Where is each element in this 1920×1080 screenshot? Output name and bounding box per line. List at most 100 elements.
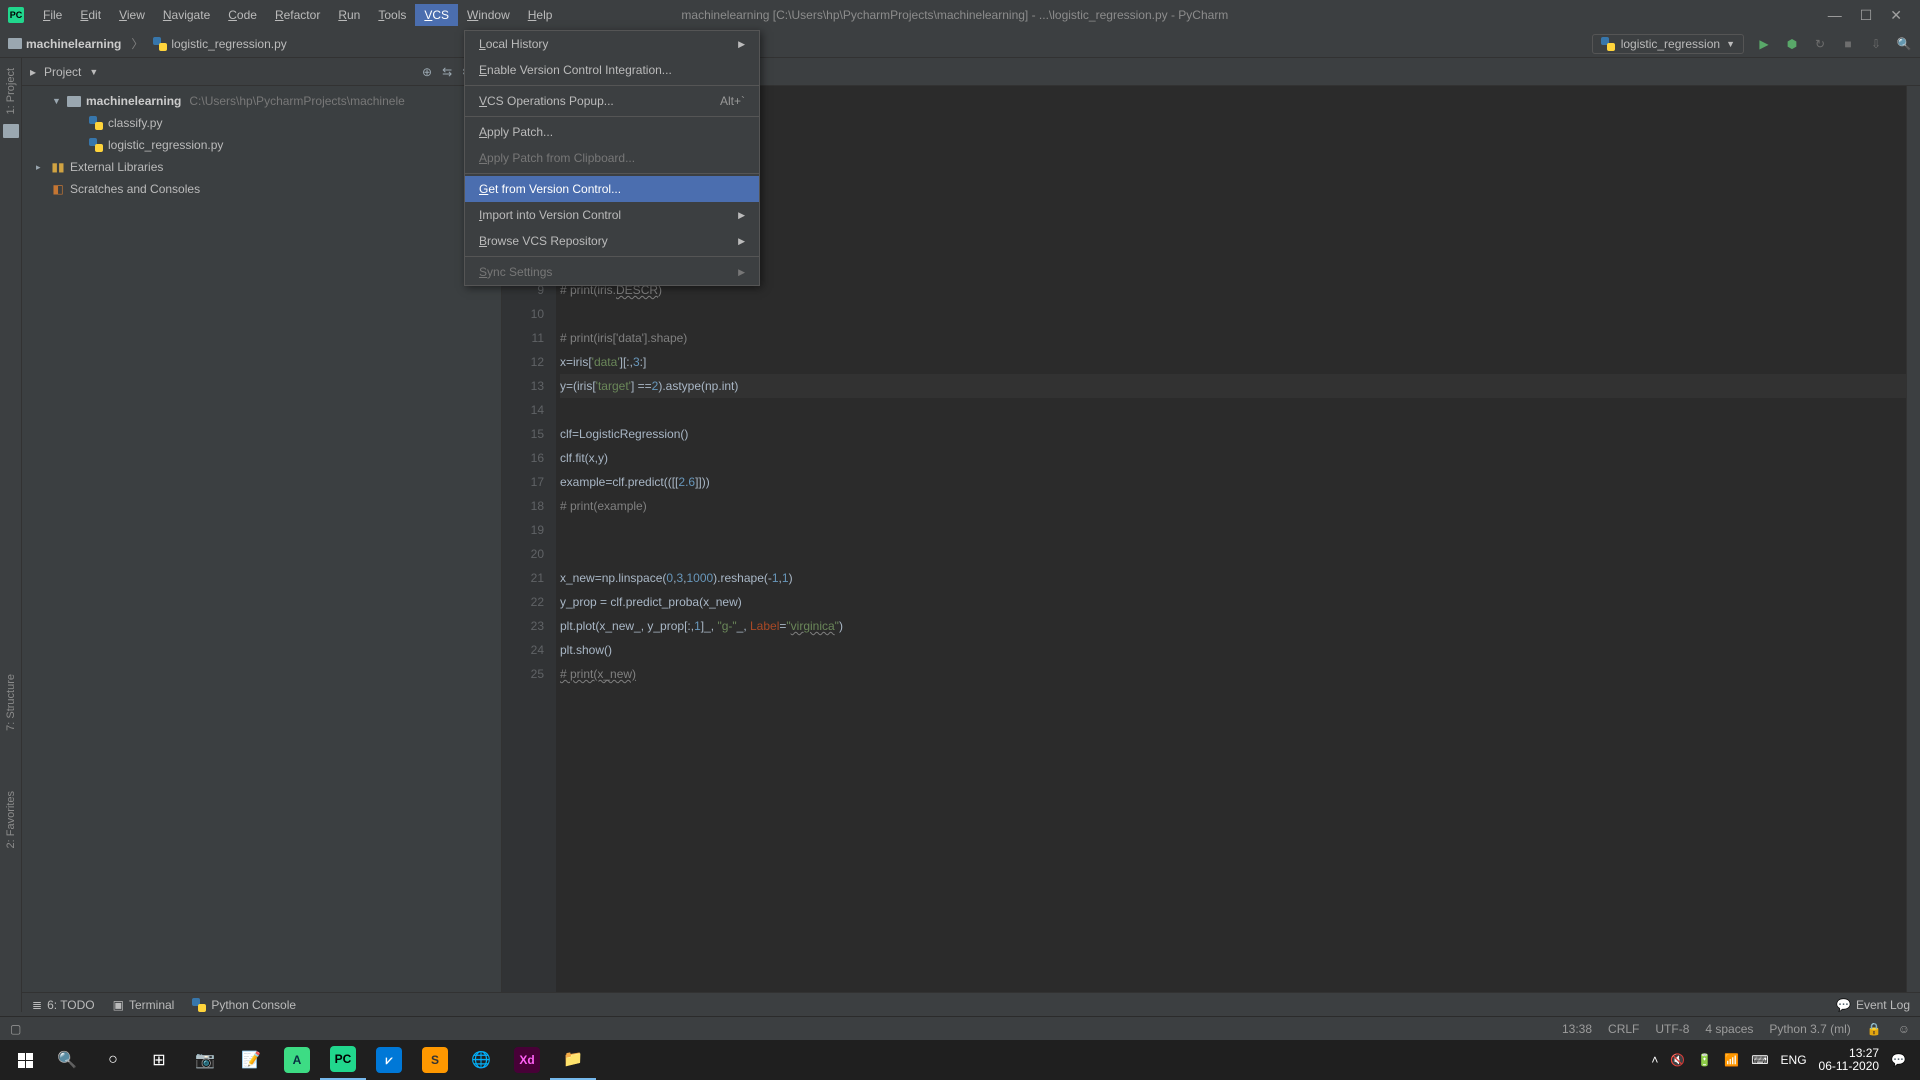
folder-icon[interactable]: [3, 124, 19, 138]
search-button[interactable]: 🔍: [44, 1040, 90, 1080]
keyboard-icon[interactable]: ⌨: [1751, 1053, 1768, 1067]
menu-file[interactable]: File: [34, 4, 71, 26]
indent-setting[interactable]: 4 spaces: [1705, 1022, 1753, 1036]
tree-project-root[interactable]: ▼ machinelearning C:\Users\hp\PycharmPro…: [22, 90, 501, 112]
vcs-menu-item[interactable]: Browse VCS Repository▶: [465, 228, 759, 254]
code-line[interactable]: [560, 230, 1906, 254]
notes-app[interactable]: 📝: [228, 1040, 274, 1080]
battery-icon[interactable]: 🔋: [1697, 1053, 1712, 1067]
minimize-button[interactable]: —: [1828, 7, 1842, 24]
code-line[interactable]: # print(iris.DESCR): [560, 278, 1906, 302]
clock[interactable]: 13:27 06-11-2020: [1819, 1047, 1880, 1073]
menu-window[interactable]: Window: [458, 4, 519, 26]
tree-file[interactable]: classify.py: [22, 112, 501, 134]
menu-refactor[interactable]: Refactor: [266, 4, 329, 26]
update-project-button[interactable]: ⇩: [1868, 36, 1884, 52]
tree-scratches[interactable]: ◧ Scratches and Consoles: [22, 178, 501, 200]
code-line[interactable]: plot as plt: [560, 86, 1906, 110]
menu-view[interactable]: View: [110, 4, 154, 26]
run-configuration-selector[interactable]: logistic_regression ▼: [1592, 34, 1744, 54]
vcs-menu-item[interactable]: Enable Version Control Integration...: [465, 57, 759, 83]
cortana-button[interactable]: ○: [90, 1040, 136, 1080]
code-line[interactable]: eys())): [560, 206, 1906, 230]
menu-help[interactable]: Help: [519, 4, 562, 26]
code-line[interactable]: # print(x_new): [560, 662, 1906, 686]
wifi-icon[interactable]: 📶: [1724, 1053, 1739, 1067]
code-line[interactable]: example=clf.predict(([[2.6]])): [560, 470, 1906, 494]
sublime-app[interactable]: S: [412, 1040, 458, 1080]
code-line[interactable]: x=iris['data'][:,3:]: [560, 350, 1906, 374]
code-line[interactable]: model import LogisticRegression: [560, 158, 1906, 182]
stop-button[interactable]: ■: [1840, 36, 1856, 52]
vscode-app[interactable]: ⩗: [366, 1040, 412, 1080]
run-with-coverage-button[interactable]: ↻: [1812, 36, 1828, 52]
file-encoding[interactable]: UTF-8: [1655, 1022, 1689, 1036]
tool-windows-toggle-icon[interactable]: ▢: [10, 1022, 21, 1036]
structure-tool-tab[interactable]: 7: Structure: [5, 674, 17, 731]
menu-run[interactable]: Run: [329, 4, 369, 26]
menu-code[interactable]: Code: [219, 4, 266, 26]
inspector-icon[interactable]: ☺: [1898, 1022, 1910, 1036]
file-explorer-app[interactable]: 📁: [550, 1040, 596, 1080]
event-log-button[interactable]: 💬 Event Log: [1836, 998, 1910, 1012]
volume-icon[interactable]: 🔇: [1670, 1053, 1685, 1067]
breadcrumb-file[interactable]: logistic_regression.py: [171, 37, 286, 51]
cursor-position[interactable]: 13:38: [1562, 1022, 1592, 1036]
tree-external-libraries[interactable]: ▸ ▮▮ External Libraries: [22, 156, 501, 178]
close-button[interactable]: ✕: [1890, 7, 1902, 24]
adobe-xd-app[interactable]: Xd: [504, 1040, 550, 1080]
vcs-menu-item[interactable]: Apply Patch...: [465, 119, 759, 145]
code-line[interactable]: datasets: [560, 110, 1906, 134]
chrome-app[interactable]: 🌐: [458, 1040, 504, 1080]
tree-file[interactable]: logistic_regression.py: [22, 134, 501, 156]
code-line[interactable]: clf=LogisticRegression(): [560, 422, 1906, 446]
camera-app[interactable]: 📷: [182, 1040, 228, 1080]
vcs-menu-item[interactable]: Import into Version Control▶: [465, 202, 759, 228]
code-line[interactable]: x_new=np.linspace(0,3,1000).reshape(-1,1…: [560, 566, 1906, 590]
run-button[interactable]: ▶: [1756, 36, 1772, 52]
maximize-button[interactable]: ☐: [1860, 7, 1873, 24]
breadcrumb-project[interactable]: machinelearning: [26, 37, 121, 51]
lock-icon[interactable]: 🔒: [1867, 1022, 1882, 1036]
terminal-tool-button[interactable]: ▣ Terminal: [113, 998, 175, 1012]
vcs-menu-item[interactable]: VCS Operations Popup...Alt+`: [465, 88, 759, 114]
locate-icon[interactable]: ⊕: [422, 65, 432, 79]
line-separator[interactable]: CRLF: [1608, 1022, 1639, 1036]
search-everywhere-button[interactable]: 🔍: [1896, 36, 1912, 52]
code-line[interactable]: [560, 302, 1906, 326]
code-line[interactable]: plt.plot(x_new_, y_prop[:,1]_, "g-"_, La…: [560, 614, 1906, 638]
expand-all-icon[interactable]: ⇆: [442, 65, 452, 79]
menu-tools[interactable]: Tools: [369, 4, 415, 26]
code-line[interactable]: [560, 518, 1906, 542]
language-indicator[interactable]: ENG: [1781, 1053, 1807, 1067]
menu-vcs[interactable]: VCS: [415, 4, 458, 26]
code-line[interactable]: y=(iris['target'] ==2).astype(np.int): [560, 374, 1906, 398]
code-line[interactable]: ris(): [560, 182, 1906, 206]
debug-button[interactable]: ⬢: [1784, 36, 1800, 52]
tray-expand-icon[interactable]: ˄: [1651, 1053, 1658, 1067]
code-line[interactable]: [560, 398, 1906, 422]
code-line[interactable]: [560, 542, 1906, 566]
project-tool-tab[interactable]: 1: Project: [5, 68, 17, 114]
favorites-tool-tab[interactable]: 2: Favorites: [5, 791, 17, 848]
menu-edit[interactable]: Edit: [71, 4, 110, 26]
python-interpreter[interactable]: Python 3.7 (ml): [1769, 1022, 1850, 1036]
task-view-button[interactable]: ⊞: [136, 1040, 182, 1080]
code-line[interactable]: clf.fit(x,y): [560, 446, 1906, 470]
code-line[interactable]: # print(example): [560, 494, 1906, 518]
python-console-tool-button[interactable]: Python Console: [192, 998, 296, 1012]
code-line[interactable]: y_prop = clf.predict_proba(x_new): [560, 590, 1906, 614]
vcs-menu-item[interactable]: Local History▶: [465, 31, 759, 57]
code-line[interactable]: [560, 134, 1906, 158]
code-line[interactable]: # print(iris['data'].shape): [560, 326, 1906, 350]
todo-tool-button[interactable]: ≣ 6: TODO: [32, 998, 95, 1012]
project-panel-title[interactable]: ▸ Project ▼: [30, 65, 98, 79]
code-line[interactable]: plt.show(): [560, 638, 1906, 662]
start-button[interactable]: [6, 1040, 44, 1080]
pycharm-app[interactable]: PC: [320, 1040, 366, 1080]
code-line[interactable]: # print(iris['data']): [560, 254, 1906, 278]
android-studio-app[interactable]: A: [274, 1040, 320, 1080]
notifications-icon[interactable]: 💬: [1891, 1053, 1906, 1067]
vcs-menu-item[interactable]: Get from Version Control...: [465, 176, 759, 202]
menu-navigate[interactable]: Navigate: [154, 4, 219, 26]
